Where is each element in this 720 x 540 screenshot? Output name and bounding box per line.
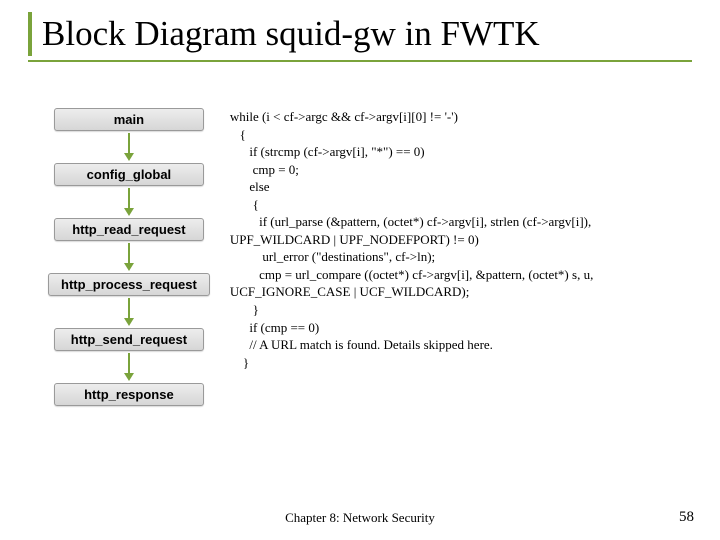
arrow-down-icon: [124, 353, 134, 381]
flow-box-http-response: http_response: [54, 383, 204, 406]
flow-box-http-send-request: http_send_request: [54, 328, 204, 351]
code-snippet: while (i < cf->argc && cf->argv[i][0] !=…: [230, 104, 692, 522]
arrow-down-icon: [124, 298, 134, 326]
flow-box-http-process-request: http_process_request: [48, 273, 210, 296]
footer-text: Chapter 8: Network Security: [0, 510, 720, 526]
title-accent: [28, 12, 32, 56]
flow-column: main config_global http_read_request htt…: [48, 108, 210, 522]
title-row: Block Diagram squid-gw in FWTK: [28, 12, 692, 56]
arrow-down-icon: [124, 188, 134, 216]
arrow-down-icon: [124, 133, 134, 161]
page-number: 58: [679, 509, 694, 526]
slide-body: main config_global http_read_request htt…: [28, 62, 692, 522]
flow-box-main: main: [54, 108, 204, 131]
slide: Block Diagram squid-gw in FWTK main conf…: [0, 0, 720, 540]
slide-title: Block Diagram squid-gw in FWTK: [42, 14, 540, 54]
arrow-down-icon: [124, 243, 134, 271]
flow-box-config-global: config_global: [54, 163, 204, 186]
flow-box-http-read-request: http_read_request: [54, 218, 204, 241]
